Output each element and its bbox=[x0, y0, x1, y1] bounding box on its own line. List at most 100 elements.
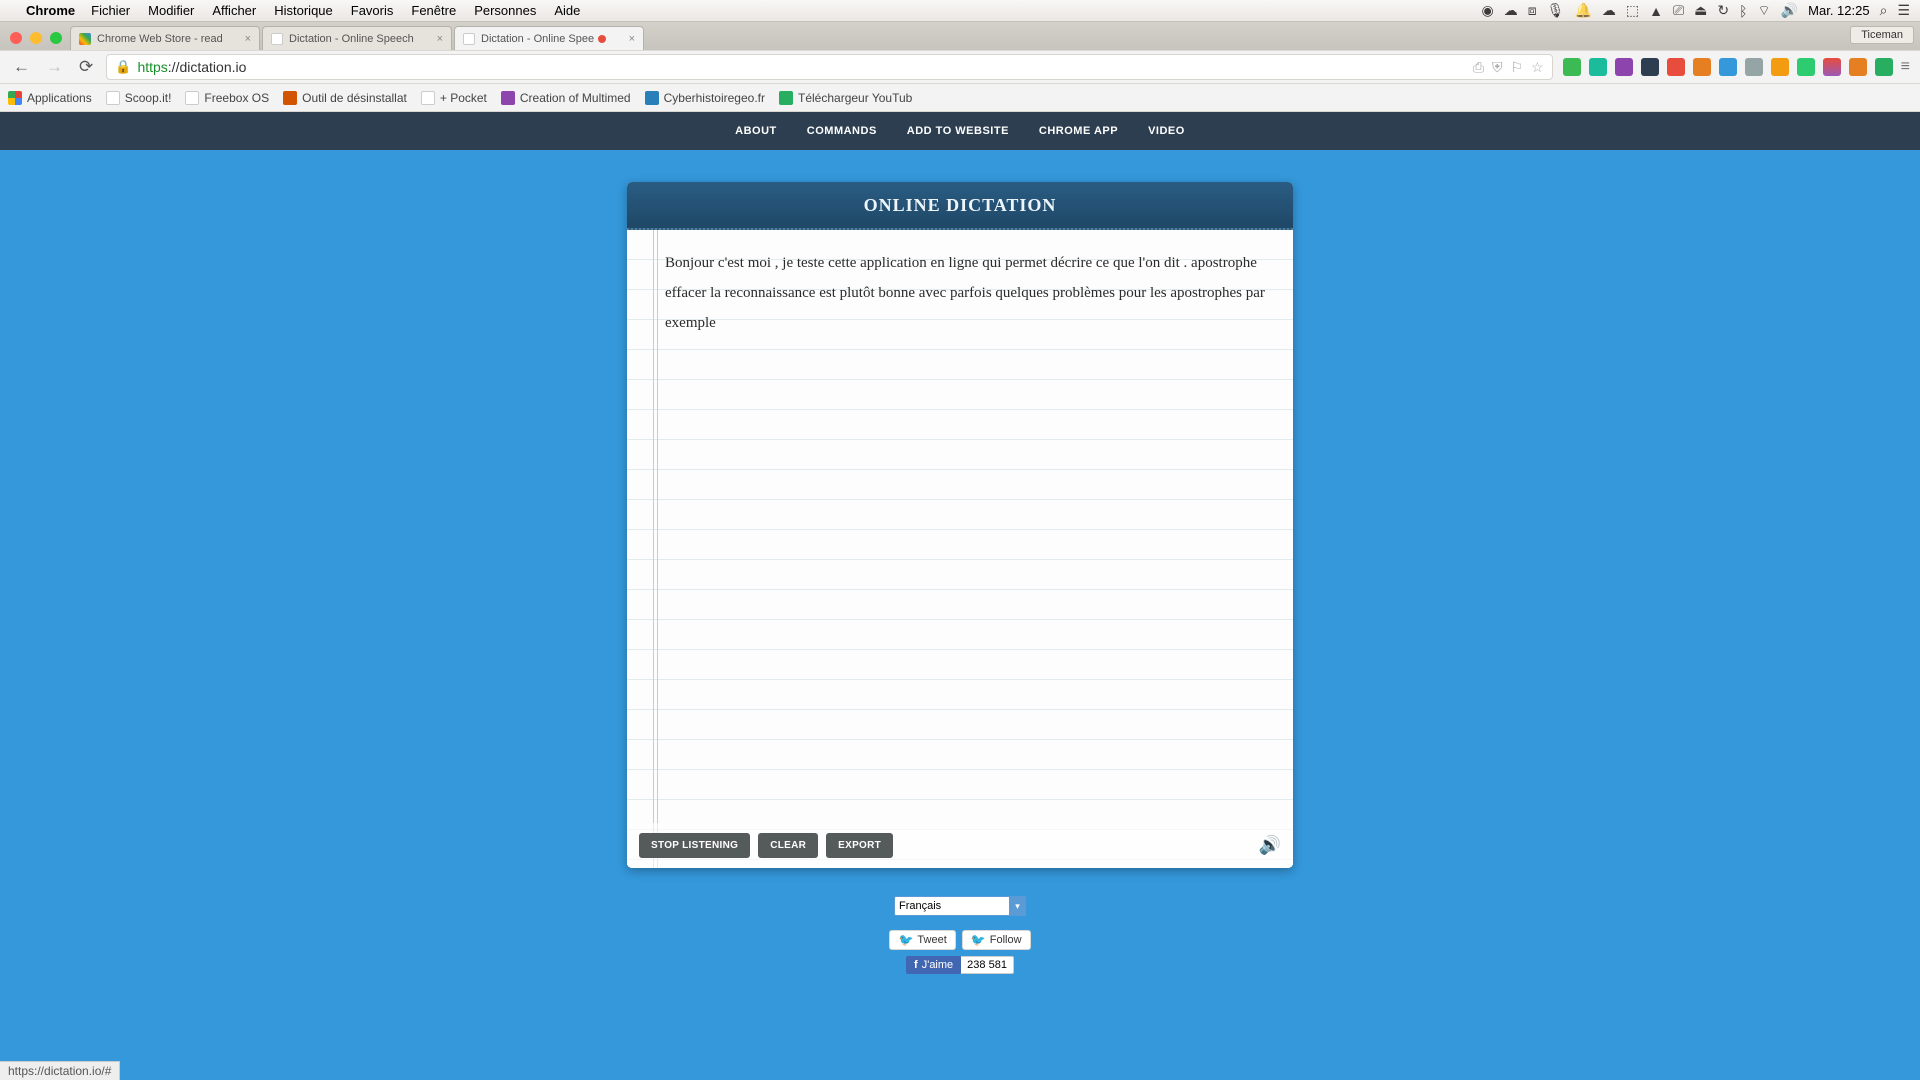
extension-icon[interactable] bbox=[1589, 58, 1607, 76]
bm-creation[interactable]: Creation of Multimed bbox=[501, 91, 631, 105]
bookmark-bar: Applications Scoop.it! Freebox OS Outil … bbox=[0, 84, 1920, 112]
nav-chrome-app[interactable]: CHROME APP bbox=[1039, 125, 1118, 137]
page-icon[interactable]: ⎙ bbox=[1473, 59, 1484, 76]
finder-icon[interactable]: ⬚ bbox=[1626, 2, 1639, 19]
shield-icon[interactable]: ⛨ bbox=[1492, 59, 1503, 76]
extension-icon[interactable] bbox=[1849, 58, 1867, 76]
extension-icon[interactable] bbox=[1745, 58, 1763, 76]
extension-icon[interactable] bbox=[1641, 58, 1659, 76]
menu-afficher[interactable]: Afficher bbox=[212, 3, 256, 18]
tab-label: Chrome Web Store - read bbox=[97, 33, 223, 45]
back-button[interactable]: ← bbox=[10, 57, 33, 77]
follow-button[interactable]: 🐦Follow bbox=[962, 930, 1031, 950]
fb-like-count: 238 581 bbox=[961, 956, 1014, 974]
bluetooth-icon[interactable]: ᛒ bbox=[1739, 3, 1747, 19]
extension-icon[interactable] bbox=[1563, 58, 1581, 76]
status-bar: https://dictation.io/# bbox=[0, 1061, 120, 1080]
extension-icon[interactable] bbox=[1875, 58, 1893, 76]
tab-dictation-2[interactable]: Dictation - Online Spee × bbox=[454, 26, 644, 50]
bm-pocket[interactable]: + Pocket bbox=[421, 91, 487, 105]
mic-icon[interactable]: 🎙 bbox=[1547, 2, 1565, 19]
extension-icon[interactable] bbox=[1771, 58, 1789, 76]
close-tab-icon[interactable]: × bbox=[239, 33, 251, 45]
maximize-icon[interactable] bbox=[50, 32, 62, 44]
bm-cyberhistoire[interactable]: Cyberhistoiregeo.fr bbox=[645, 91, 765, 105]
tab-strip: Chrome Web Store - read × Dictation - On… bbox=[0, 22, 1920, 50]
menu-icon[interactable]: ☰ bbox=[1897, 2, 1910, 19]
twitter-icon: 🐦 bbox=[971, 933, 986, 947]
site-nav: ABOUT COMMANDS ADD TO WEBSITE CHROME APP… bbox=[0, 112, 1920, 150]
apps-icon bbox=[8, 91, 22, 105]
nav-commands[interactable]: COMMANDS bbox=[807, 125, 877, 137]
extension-icon[interactable] bbox=[1693, 58, 1711, 76]
close-tab-icon[interactable]: × bbox=[431, 33, 443, 45]
menu-historique[interactable]: Historique bbox=[274, 3, 333, 18]
close-icon[interactable] bbox=[10, 32, 22, 44]
minimize-icon[interactable] bbox=[30, 32, 42, 44]
nav-about[interactable]: ABOUT bbox=[735, 125, 777, 137]
dropbox-icon[interactable]: ⧈ bbox=[1528, 2, 1537, 19]
dictation-text[interactable]: Bonjour c'est moi , je teste cette appli… bbox=[627, 230, 1293, 823]
extension-icon[interactable] bbox=[1797, 58, 1815, 76]
extension-icon[interactable] bbox=[1615, 58, 1633, 76]
tray-icon[interactable]: ☁ bbox=[1504, 2, 1518, 19]
card-header: ONLINE DICTATION bbox=[627, 182, 1293, 230]
drive-icon[interactable]: ▲ bbox=[1649, 3, 1663, 19]
card-title: ONLINE DICTATION bbox=[864, 195, 1057, 216]
extension-icon[interactable] bbox=[1667, 58, 1685, 76]
bm-telechargeur[interactable]: Téléchargeur YouTub bbox=[779, 91, 912, 105]
volume-icon[interactable]: 🔊 bbox=[1781, 2, 1798, 19]
menu-aide[interactable]: Aide bbox=[554, 3, 580, 18]
menu-personnes[interactable]: Personnes bbox=[474, 3, 536, 18]
display-icon[interactable]: ⎚ bbox=[1673, 2, 1684, 19]
sync-icon[interactable]: ↻ bbox=[1717, 2, 1729, 19]
bm-outil[interactable]: Outil de désinstallat bbox=[283, 91, 407, 105]
tab-dictation-1[interactable]: Dictation - Online Speech × bbox=[262, 26, 452, 50]
cloud-icon[interactable]: ☁ bbox=[1602, 2, 1616, 19]
tab-label: Dictation - Online Speech bbox=[289, 33, 414, 45]
address-bar[interactable]: 🔒 https://dictation.io ⎙ ⛨ ⚐ ☆ bbox=[106, 54, 1552, 80]
sound-icon[interactable]: 🔊 bbox=[1259, 835, 1281, 856]
app-name[interactable]: Chrome bbox=[26, 3, 75, 18]
nav-video[interactable]: VIDEO bbox=[1148, 125, 1185, 137]
clock[interactable]: Mar. 12:25 bbox=[1808, 3, 1869, 18]
eject-icon[interactable]: ⏏ bbox=[1694, 2, 1707, 19]
camera-icon[interactable] bbox=[1719, 58, 1737, 76]
window-controls[interactable] bbox=[6, 32, 70, 50]
menu-modifier[interactable]: Modifier bbox=[148, 3, 194, 18]
fb-like-button[interactable]: fJ'aime bbox=[906, 956, 961, 974]
extension-icon[interactable] bbox=[1823, 58, 1841, 76]
twitter-icon: 🐦 bbox=[898, 933, 913, 947]
bm-freebox[interactable]: Freebox OS bbox=[185, 91, 269, 105]
browser-toolbar: ← → ⟳ 🔒 https://dictation.io ⎙ ⛨ ⚐ ☆ bbox=[0, 50, 1920, 84]
tweet-button[interactable]: 🐦Tweet bbox=[889, 930, 955, 950]
language-select[interactable]: Français bbox=[894, 896, 1026, 916]
chrome-menu-icon[interactable]: ≡ bbox=[1901, 58, 1910, 76]
bell-icon[interactable]: 🔔 bbox=[1574, 2, 1591, 19]
close-tab-icon[interactable]: × bbox=[623, 33, 635, 45]
tab-label: Dictation - Online Spee bbox=[481, 33, 594, 45]
bm-scoopit[interactable]: Scoop.it! bbox=[106, 91, 172, 105]
lock-icon: 🔒 bbox=[115, 59, 131, 75]
menu-fichier[interactable]: Fichier bbox=[91, 3, 130, 18]
paper-area[interactable]: Bonjour c'est moi , je teste cette appli… bbox=[627, 230, 1293, 868]
mac-menubar: Chrome Fichier Modifier Afficher Histori… bbox=[0, 0, 1920, 22]
reload-button[interactable]: ⟳ bbox=[76, 57, 96, 77]
dictation-card: ONLINE DICTATION Bonjour c'est moi , je … bbox=[627, 182, 1293, 868]
spotlight-icon[interactable]: ⌕ bbox=[1880, 2, 1888, 19]
star-icon[interactable]: ☆ bbox=[1531, 59, 1544, 76]
stop-listening-button[interactable]: STOP LISTENING bbox=[639, 833, 750, 858]
tab-web-store[interactable]: Chrome Web Store - read × bbox=[70, 26, 260, 50]
menu-favoris[interactable]: Favoris bbox=[351, 3, 394, 18]
export-button[interactable]: EXPORT bbox=[826, 833, 893, 858]
profile-button[interactable]: Ticeman bbox=[1850, 26, 1914, 44]
url-scheme: https bbox=[137, 59, 167, 75]
translate-icon[interactable]: ⚐ bbox=[1511, 59, 1524, 76]
menu-fenetre[interactable]: Fenêtre bbox=[411, 3, 456, 18]
clear-button[interactable]: CLEAR bbox=[758, 833, 818, 858]
nav-add-to-website[interactable]: ADD TO WEBSITE bbox=[907, 125, 1009, 137]
wifi-icon[interactable]: ⌔ bbox=[1758, 2, 1771, 20]
bm-apps[interactable]: Applications bbox=[8, 91, 92, 105]
recording-icon bbox=[598, 35, 606, 43]
tray-icon[interactable]: ◉ bbox=[1482, 2, 1494, 19]
